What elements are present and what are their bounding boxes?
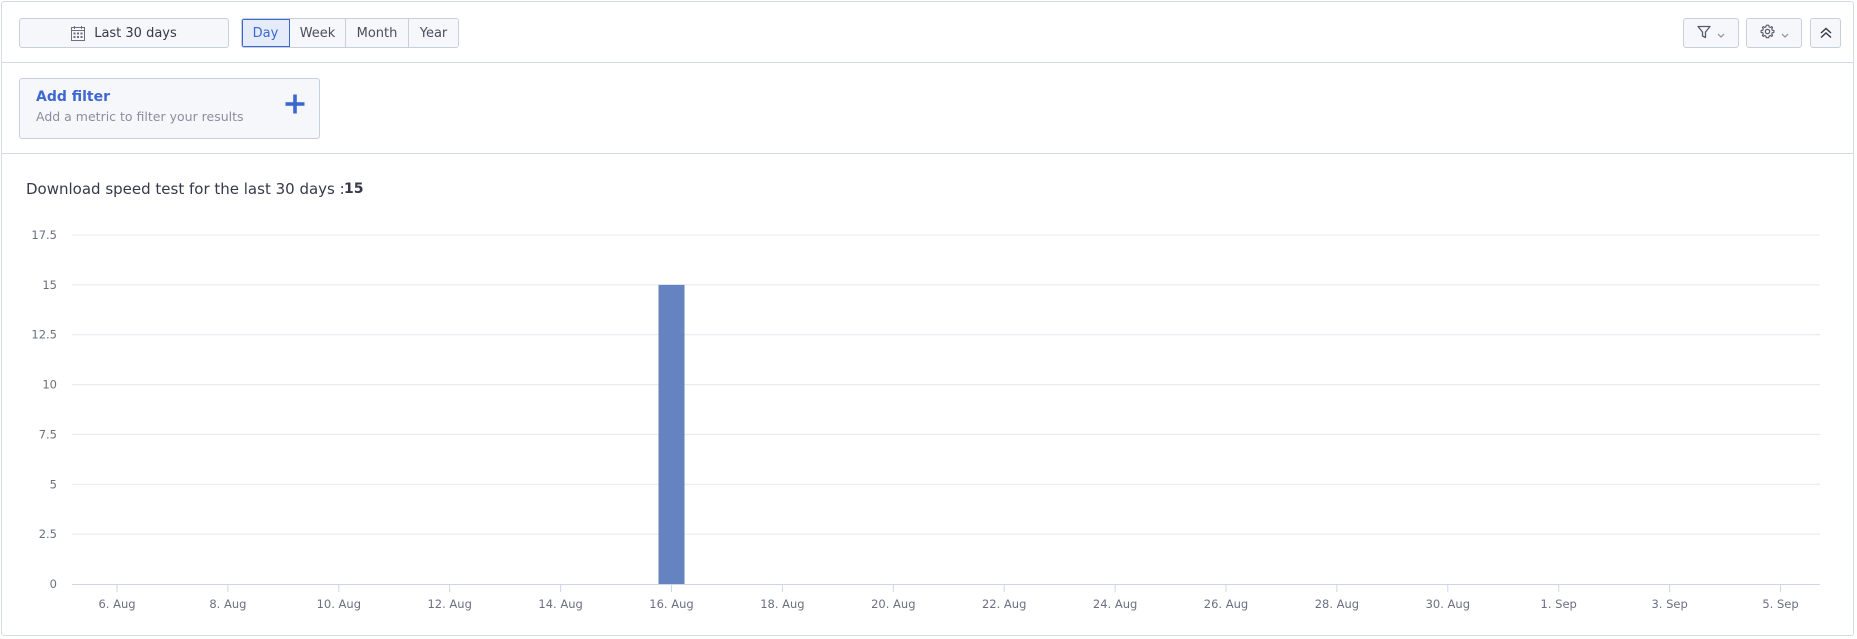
chart-bar: [658, 284, 685, 584]
y-tick-label: 10: [42, 378, 57, 392]
y-tick-label: 0: [50, 577, 57, 591]
y-tick-label: 15: [42, 278, 57, 292]
x-tick-label: 30. Aug: [1426, 597, 1470, 611]
x-tick-label: 3. Sep: [1651, 597, 1687, 611]
y-tick-label: 5: [50, 477, 57, 491]
x-tick-label: 22. Aug: [982, 597, 1026, 611]
y-tick-label: 2.5: [39, 527, 57, 541]
bar-chart: 0 2.5 5 7.5 10 12.5 15 17.5 6. Aug 8. Aug 10. Aug 1…: [31, 228, 1820, 611]
x-tick-label: 14. Aug: [538, 597, 582, 611]
x-tick-label: 5. Sep: [1762, 597, 1798, 611]
x-tick-label: 26. Aug: [1204, 597, 1248, 611]
x-tick-label: 1. Sep: [1541, 597, 1577, 611]
x-tick-label: 16. Aug: [649, 597, 693, 611]
y-tick-label: 7.5: [39, 427, 57, 441]
x-tick-label: 20. Aug: [871, 597, 915, 611]
x-tick-label: 10. Aug: [317, 597, 361, 611]
x-tick-label: 8. Aug: [209, 597, 246, 611]
y-tick-label: 12.5: [31, 328, 57, 342]
x-tick-label: 18. Aug: [760, 597, 804, 611]
x-tick-label: 28. Aug: [1315, 597, 1359, 611]
x-tick-label: 6. Aug: [98, 597, 135, 611]
y-tick-label: 17.5: [31, 228, 57, 242]
x-tick-label: 12. Aug: [427, 597, 471, 611]
x-tick-label: 24. Aug: [1093, 597, 1137, 611]
